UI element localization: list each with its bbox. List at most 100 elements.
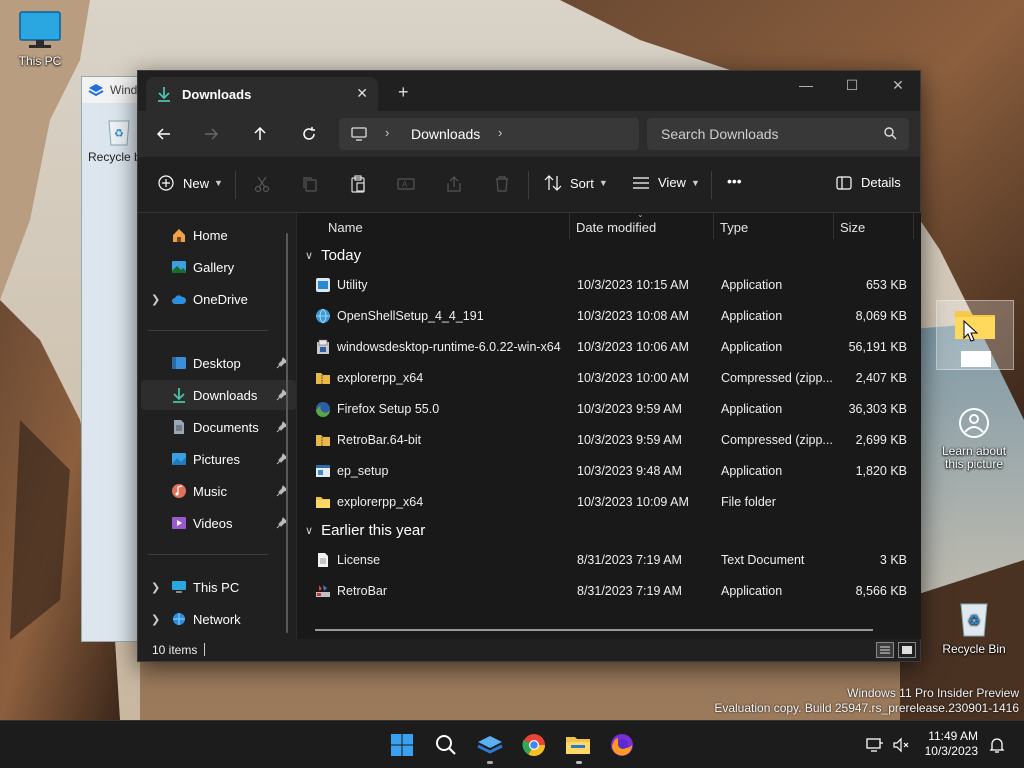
nav-item-desktop[interactable]: Desktop: [141, 348, 296, 378]
column-header-date[interactable]: Date modified: [576, 213, 656, 241]
rename-box[interactable]: [961, 351, 991, 367]
nav-label: Desktop: [193, 355, 241, 371]
notification-bell-icon[interactable]: [988, 736, 1006, 754]
file-row[interactable]: ep_setup 10/3/2023 9:48 AM Application 1…: [297, 456, 917, 487]
chevron-right-icon[interactable]: ›: [385, 125, 389, 140]
column-header-type[interactable]: Type: [720, 213, 748, 241]
horizontal-scrollbar[interactable]: [315, 629, 873, 631]
chevron-right-icon[interactable]: ›: [498, 125, 502, 140]
nav-item-this-pc[interactable]: ❯ This PC: [141, 572, 296, 602]
tiles-view-icon: [902, 646, 912, 654]
new-button[interactable]: New ▼: [158, 175, 223, 191]
file-row[interactable]: windowsdesktop-runtime-6.0.22-win-x64 10…: [297, 332, 917, 363]
breadcrumb-downloads[interactable]: Downloads: [411, 126, 480, 142]
more-options-button[interactable]: •••: [727, 173, 742, 189]
more-label: •••: [727, 173, 742, 189]
column-divider[interactable]: [833, 213, 834, 239]
taskbar-firefox[interactable]: [608, 731, 636, 759]
paste-icon[interactable]: [349, 175, 367, 193]
file-row[interactable]: explorerpp_x64 10/3/2023 10:09 AM File f…: [297, 487, 917, 518]
tiles-view-toggle[interactable]: [898, 642, 916, 658]
desktop-learn-about-picture[interactable]: Learn about this picture: [938, 406, 1010, 471]
nav-item-onedrive[interactable]: ❯ OneDrive: [141, 284, 296, 314]
file-row[interactable]: Utility 10/3/2023 10:15 AM Application 6…: [297, 270, 917, 301]
nav-item-videos[interactable]: Videos: [141, 508, 296, 538]
close-tab-icon[interactable]: ✕: [356, 85, 368, 102]
back-button[interactable]: [154, 124, 174, 144]
file-row[interactable]: Firefox Setup 55.0 10/3/2023 9:59 AM App…: [297, 394, 917, 425]
taskbar-clock[interactable]: 11:49 AM 10/3/2023: [925, 729, 978, 759]
rename-icon[interactable]: A: [397, 175, 415, 193]
column-header-size[interactable]: Size: [840, 213, 865, 241]
tab-downloads[interactable]: Downloads ✕: [146, 77, 378, 111]
start-button[interactable]: [388, 731, 416, 759]
column-divider[interactable]: [569, 213, 570, 239]
minimize-icon[interactable]: —: [791, 77, 821, 93]
search-icon: [436, 735, 456, 755]
maximize-icon[interactable]: ☐: [837, 77, 867, 94]
chevron-down-icon: ▼: [598, 178, 608, 188]
desktop-icon: [172, 357, 186, 369]
close-window-icon[interactable]: ✕: [883, 77, 913, 94]
forward-button[interactable]: [201, 124, 221, 144]
desktop-this-pc[interactable]: This PC: [4, 10, 76, 68]
nav-scrollbar[interactable]: [286, 233, 288, 633]
taskbar-chrome[interactable]: [520, 731, 548, 759]
nav-item-gallery[interactable]: Gallery: [141, 252, 296, 282]
tray-volume-muted-icon[interactable]: [892, 736, 910, 754]
file-name: Utility: [337, 278, 368, 292]
sort-button[interactable]: Sort ▼: [544, 175, 608, 191]
background-recycle-item[interactable]: ♻ Recycle b: [88, 117, 140, 164]
group-label: Earlier this year: [321, 522, 426, 539]
nav-item-music[interactable]: Music: [141, 476, 296, 506]
share-icon[interactable]: [445, 175, 463, 193]
details-view-toggle[interactable]: [876, 642, 894, 658]
group-header-earlier-this-year[interactable]: ∨ Earlier this year: [305, 522, 425, 539]
group-header-today[interactable]: ∨ Today: [305, 247, 361, 264]
nav-label: This PC: [193, 579, 240, 595]
column-label: Type: [720, 219, 749, 235]
file-date: 10/3/2023 10:15 AM: [577, 278, 689, 292]
nav-item-home[interactable]: Home: [141, 220, 296, 250]
cut-icon[interactable]: [253, 175, 271, 193]
refresh-button[interactable]: [299, 124, 319, 144]
address-bar[interactable]: › Downloads ›: [339, 118, 639, 150]
taskbar-file-explorer[interactable]: [564, 731, 592, 759]
column-divider[interactable]: [913, 213, 914, 239]
watermark-build: Evaluation copy. Build 25947.rs_prerelea…: [714, 701, 1019, 715]
taskbar-search-button[interactable]: [432, 731, 460, 759]
up-button[interactable]: [250, 124, 270, 144]
column-header-name[interactable]: Name: [328, 213, 363, 241]
nav-item-downloads[interactable]: Downloads: [141, 380, 296, 410]
chevron-right-icon[interactable]: ❯: [151, 613, 160, 626]
search-box[interactable]: Search Downloads: [647, 118, 909, 150]
taskbar-app-layers[interactable]: [476, 731, 504, 759]
chevron-right-icon[interactable]: ❯: [151, 293, 160, 306]
details-button[interactable]: Details: [836, 175, 901, 190]
background-window-titlebar[interactable]: Wind: [82, 77, 140, 103]
file-type: Application: [721, 402, 783, 416]
file-explorer-window[interactable]: Downloads ✕ + — ☐ ✕ › Downloads › Search…: [137, 70, 921, 662]
delete-icon[interactable]: [493, 175, 511, 193]
file-row[interactable]: License 8/31/2023 7:19 AM Text Document …: [297, 545, 917, 576]
file-row[interactable]: RetroBar 8/31/2023 7:19 AM Application 8…: [297, 576, 917, 607]
search-icon: [884, 127, 897, 140]
file-row[interactable]: OpenShellSetup_4_4_191 10/3/2023 10:08 A…: [297, 301, 917, 332]
nav-item-documents[interactable]: Documents: [141, 412, 296, 442]
chevron-right-icon[interactable]: ❯: [151, 581, 160, 594]
nav-item-pictures[interactable]: Pictures: [141, 444, 296, 474]
tray-display-icon[interactable]: [866, 736, 884, 754]
column-divider[interactable]: [713, 213, 714, 239]
background-window[interactable]: Wind ♻ Recycle b: [81, 76, 141, 642]
file-name: License: [337, 553, 381, 567]
view-button[interactable]: View ▼: [632, 175, 700, 190]
file-type: Application: [721, 340, 783, 354]
desktop-recycle-bin[interactable]: ♻ Recycle Bin: [938, 598, 1010, 656]
file-row[interactable]: explorerpp_x64 10/3/2023 10:00 AM Compre…: [297, 363, 917, 394]
firefox-setup-icon: [316, 402, 330, 417]
nav-item-network[interactable]: ❯ Network: [141, 604, 296, 634]
desktop-icon-label: This PC: [18, 54, 62, 68]
file-row[interactable]: RetroBar.64-bit 10/3/2023 9:59 AM Compre…: [297, 425, 917, 456]
copy-icon[interactable]: [301, 175, 319, 193]
new-tab-button[interactable]: +: [398, 83, 409, 101]
